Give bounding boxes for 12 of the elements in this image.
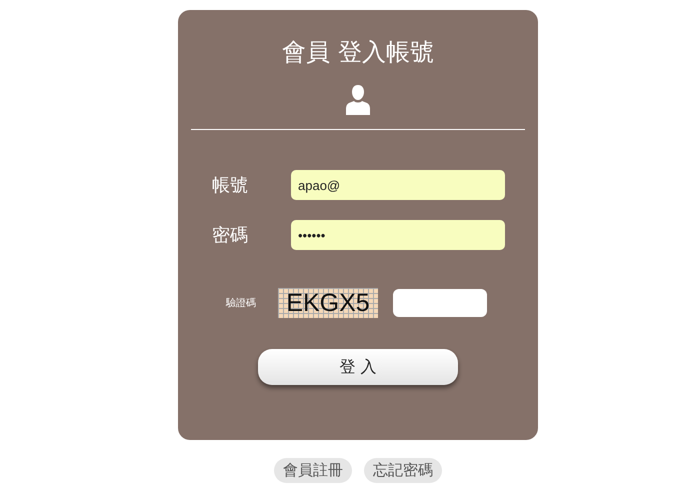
captcha-code: EKGX5 [278, 288, 378, 318]
login-title: 會員 登入帳號 [282, 37, 434, 67]
footer-link[interactable]: 忘記密碼 [364, 458, 442, 483]
password-field[interactable]: •••••• [291, 220, 505, 250]
captcha-label: 驗證碼 [224, 296, 257, 310]
login-button[interactable]: 登 入 [258, 349, 458, 385]
captcha-field[interactable] [393, 289, 487, 317]
field-label: 帳號 [211, 174, 249, 197]
field-label: 密碼 [211, 224, 249, 247]
account-field[interactable]: apao@ [291, 170, 505, 200]
footer-link[interactable]: 會員註冊 [274, 458, 352, 483]
user-icon [346, 85, 370, 115]
